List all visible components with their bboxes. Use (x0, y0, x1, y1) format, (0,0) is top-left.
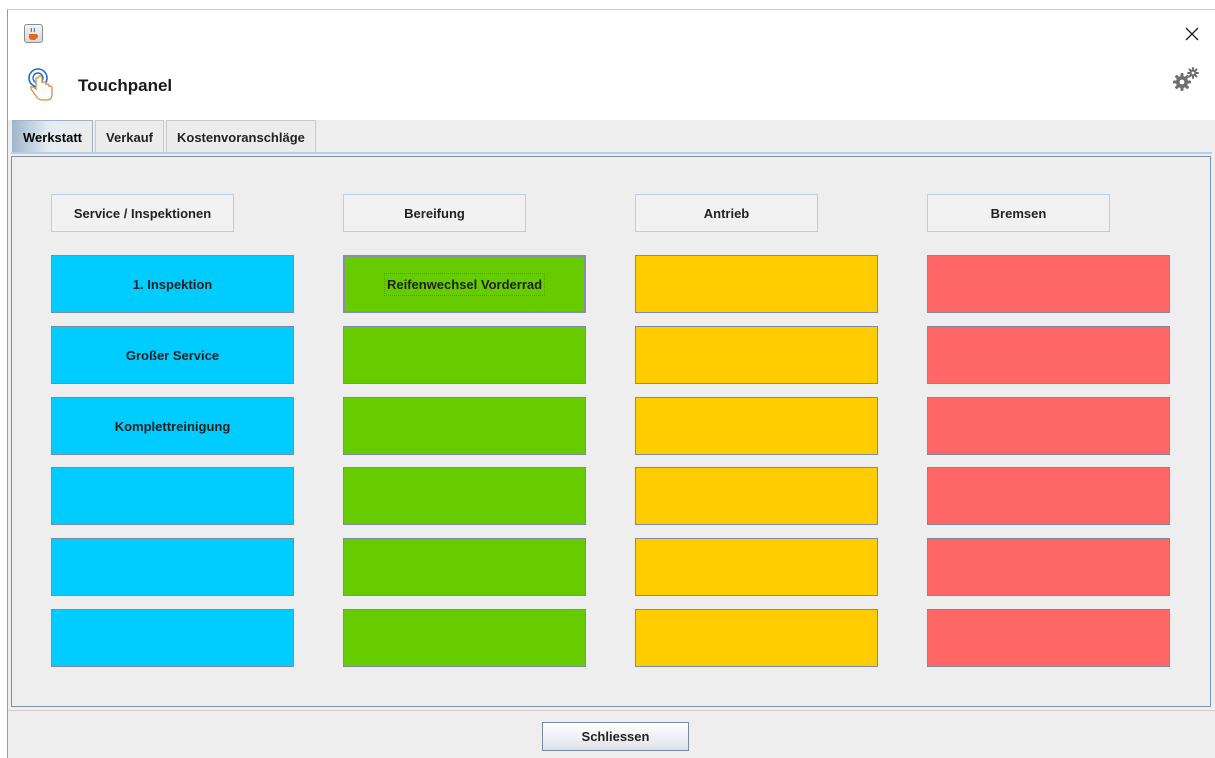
app-header: Touchpanel (8, 60, 1215, 120)
bereifung-button-4[interactable] (343, 467, 586, 525)
bereifung-button-6[interactable] (343, 609, 586, 667)
antrieb-button-6[interactable] (635, 609, 878, 667)
service-button-4[interactable] (51, 467, 294, 525)
bereifung-button-5[interactable] (343, 538, 586, 596)
tab-underline (11, 152, 1212, 154)
bremsen-button-5[interactable] (927, 538, 1170, 596)
column-header-antrieb[interactable]: Antrieb (635, 194, 818, 232)
column-header-bereifung[interactable]: Bereifung (343, 194, 526, 232)
title-bar (8, 10, 1215, 60)
bremsen-button-4[interactable] (927, 467, 1170, 525)
touch-hand-icon (25, 66, 57, 102)
tab-kostenvoranschlaege[interactable]: Kostenvoranschläge (166, 120, 316, 153)
tab-verkauf[interactable]: Verkauf (95, 120, 164, 153)
tab-werkstatt[interactable]: Werkstatt (12, 120, 94, 153)
gear-icon[interactable] (1171, 64, 1201, 94)
antrieb-button-2[interactable] (635, 326, 878, 384)
column-header-bremsen[interactable]: Bremsen (927, 194, 1110, 232)
bremsen-button-2[interactable] (927, 326, 1170, 384)
app-title: Touchpanel (78, 76, 173, 95)
java-cup-icon (24, 24, 43, 43)
antrieb-button-3[interactable] (635, 397, 878, 455)
antrieb-button-5[interactable] (635, 538, 878, 596)
bereifung-button-1[interactable]: Reifenwechsel Vorderrad (343, 255, 586, 313)
footer-bar: Schliessen (8, 710, 1215, 758)
werkstatt-panel: Service / Inspektionen Bereifung Antrieb… (11, 156, 1211, 707)
app-window: Touchpanel Werkstatt Verkauf Kostenvoran… (7, 9, 1215, 758)
service-button-5[interactable] (51, 538, 294, 596)
content-area: Werkstatt Verkauf Kostenvoranschläge Ser… (8, 120, 1215, 710)
service-button-3[interactable]: Komplettreinigung (51, 397, 294, 455)
antrieb-button-4[interactable] (635, 467, 878, 525)
service-button-2[interactable]: Großer Service (51, 326, 294, 384)
bereifung-button-2[interactable] (343, 326, 586, 384)
bereifung-button-1-label: Reifenwechsel Vorderrad (383, 272, 546, 296)
bremsen-button-3[interactable] (927, 397, 1170, 455)
close-icon[interactable] (1175, 19, 1209, 49)
antrieb-button-1[interactable] (635, 255, 878, 313)
service-button-6[interactable] (51, 609, 294, 667)
column-header-service[interactable]: Service / Inspektionen (51, 194, 234, 232)
bereifung-button-3[interactable] (343, 397, 586, 455)
bremsen-button-1[interactable] (927, 255, 1170, 313)
tab-strip: Werkstatt Verkauf Kostenvoranschläge (12, 120, 318, 153)
close-button[interactable]: Schliessen (542, 722, 689, 751)
service-button-1[interactable]: 1. Inspektion (51, 255, 294, 313)
bremsen-button-6[interactable] (927, 609, 1170, 667)
